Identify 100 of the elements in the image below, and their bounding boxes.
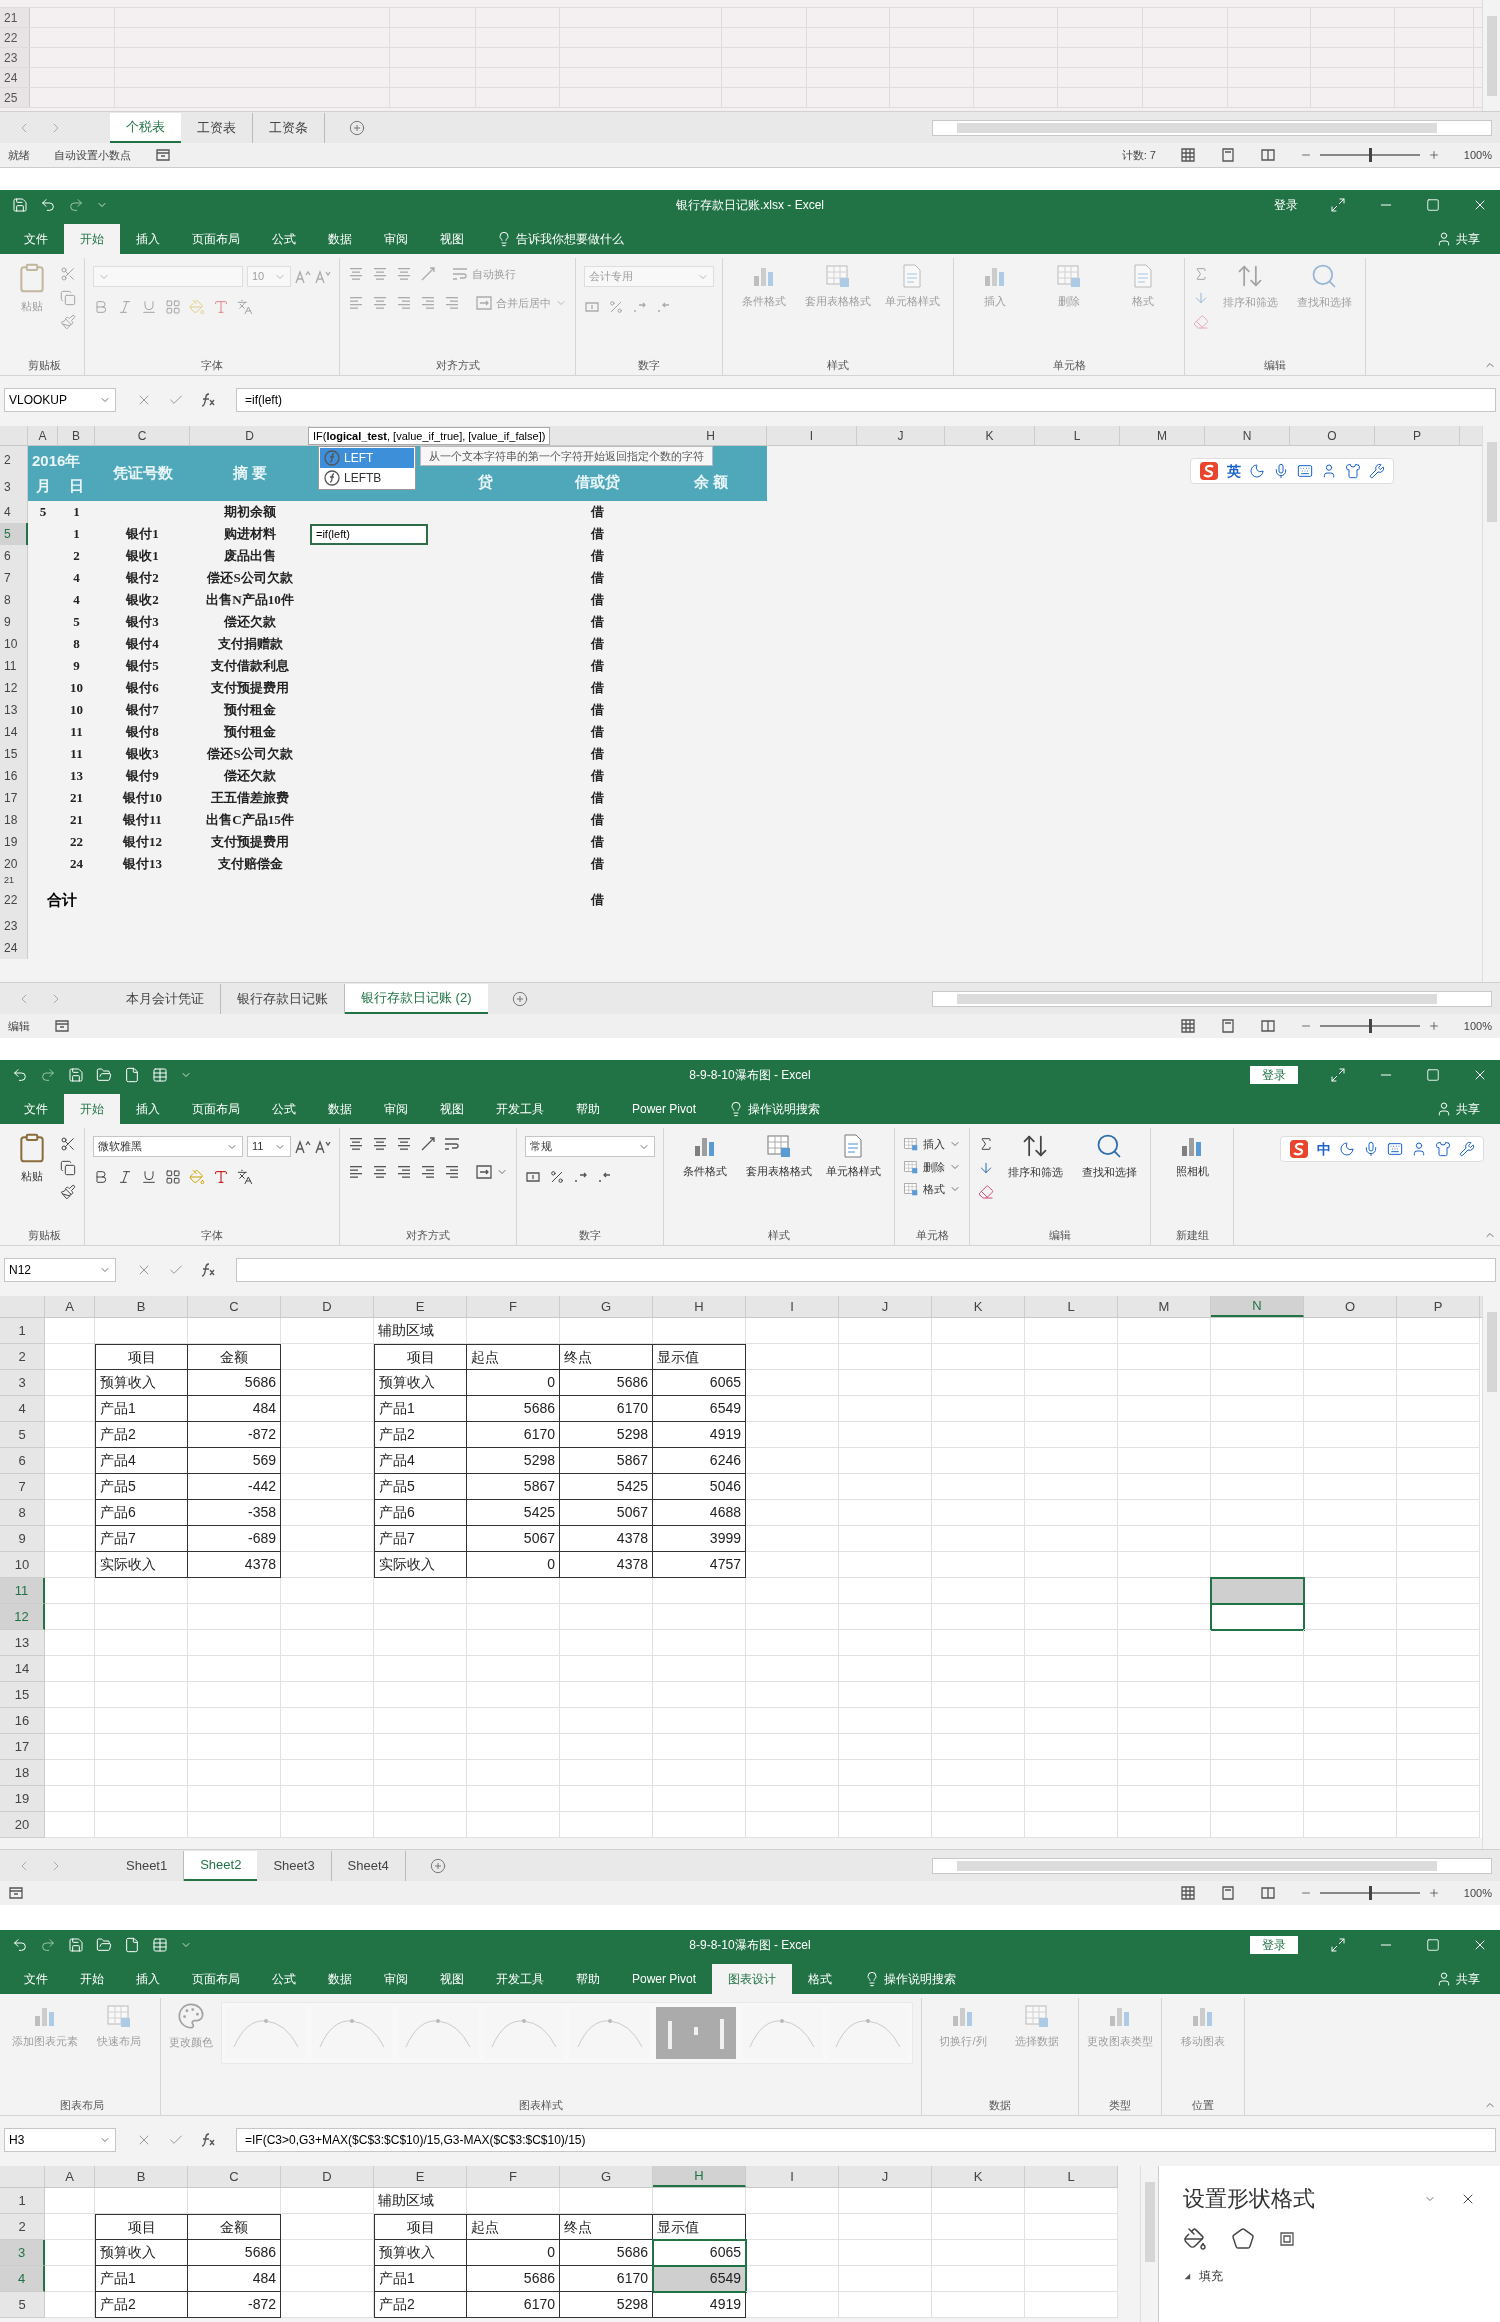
zoom-level[interactable]: 100% xyxy=(1463,146,1492,164)
align-center-icon[interactable] xyxy=(372,1164,388,1180)
currency-icon[interactable] xyxy=(584,299,600,315)
font-name-field[interactable]: 微软雅黑 xyxy=(93,1136,243,1157)
zoom-slider-thumb[interactable] xyxy=(1368,1019,1372,1033)
new-file-icon[interactable] xyxy=(124,1067,140,1083)
align-left-icon[interactable] xyxy=(348,1164,364,1180)
menu-tab[interactable]: 插入 xyxy=(120,224,176,254)
new-file-icon[interactable] xyxy=(124,1937,140,1953)
lightbulb-icon[interactable] xyxy=(496,231,512,247)
paste-button[interactable]: 粘贴 xyxy=(12,1132,52,1185)
name-box[interactable]: N12 xyxy=(4,1258,116,1282)
increase-indent-icon[interactable] xyxy=(444,1164,460,1180)
autocomplete-item[interactable]: LEFT xyxy=(320,448,414,468)
cut-icon[interactable] xyxy=(60,1136,76,1152)
page-break-icon[interactable] xyxy=(1259,1885,1276,1901)
wrench-icon[interactable] xyxy=(1369,463,1385,479)
menu-tab[interactable]: 视图 xyxy=(424,1094,480,1124)
ribbon-display-icon[interactable] xyxy=(1330,197,1346,213)
formula-field[interactable]: =if(left) xyxy=(236,388,1496,412)
ribbon-button[interactable]: 排序和筛选 xyxy=(1002,1132,1068,1181)
font-name-field[interactable] xyxy=(93,266,243,287)
autocomplete-item[interactable]: LEFTB xyxy=(320,468,414,488)
wrap-text-icon[interactable] xyxy=(444,1136,460,1152)
zoom-in-icon[interactable] xyxy=(1427,1020,1440,1032)
menu-tab[interactable]: 帮助 xyxy=(560,1094,616,1124)
normal-view-icon[interactable] xyxy=(1179,1885,1196,1901)
menu-tab[interactable]: 格式 xyxy=(792,1964,849,1994)
menu-tab[interactable]: 插入 xyxy=(120,1964,176,1994)
page-break-icon[interactable] xyxy=(1259,1018,1276,1034)
macro-record-icon[interactable] xyxy=(8,1885,24,1901)
normal-view-icon[interactable] xyxy=(1179,147,1196,163)
name-box[interactable]: VLOOKUP xyxy=(4,388,116,412)
menu-tab[interactable]: 文件 xyxy=(8,1964,64,1994)
insert-function-icon[interactable] xyxy=(200,392,216,408)
currency-icon[interactable] xyxy=(525,1169,541,1185)
vertical-scrollbar[interactable] xyxy=(1482,0,1500,111)
vertical-scrollbar[interactable] xyxy=(1482,426,1500,982)
tell-me-search[interactable]: 操作说明搜索 xyxy=(884,1970,957,1988)
share-icon[interactable] xyxy=(1436,231,1452,247)
borders-icon[interactable] xyxy=(165,1169,181,1185)
ribbon-display-icon[interactable] xyxy=(1330,1937,1346,1953)
tell-me-search[interactable]: 操作说明搜索 xyxy=(748,1100,821,1118)
formula-field[interactable]: =IF(C3>0,G3+MAX($C$3:$C$10)/15,G3-MAX($C$3:$C$10)/15) xyxy=(236,2128,1496,2152)
align-middle-icon[interactable] xyxy=(372,1136,388,1152)
menu-tab[interactable]: 审阅 xyxy=(368,1964,424,1994)
sheet-tab[interactable]: Sheet4 xyxy=(331,1850,406,1881)
keyboard-icon[interactable] xyxy=(1387,1141,1403,1157)
zoom-slider-thumb[interactable] xyxy=(1368,148,1372,162)
skin-icon[interactable] xyxy=(1345,463,1361,479)
decrease-indent-icon[interactable] xyxy=(420,1164,436,1180)
add-sheet-icon[interactable] xyxy=(349,119,365,136)
add-sheet-icon[interactable] xyxy=(511,990,528,1007)
ribbon-button[interactable]: 查找和选择 xyxy=(1076,1132,1142,1181)
table-icon[interactable] xyxy=(765,1132,793,1160)
form-icon[interactable] xyxy=(152,1937,168,1953)
form-icon[interactable] xyxy=(152,1067,168,1083)
skin-icon[interactable] xyxy=(1435,1141,1451,1157)
insert-function-icon[interactable] xyxy=(200,2132,216,2148)
zoom-in-icon[interactable] xyxy=(1427,1887,1440,1899)
menu-tab[interactable]: 页面布局 xyxy=(176,224,256,254)
menu-tab[interactable]: 开发工具 xyxy=(480,1964,560,1994)
menu-tab[interactable]: 审阅 xyxy=(368,224,424,254)
add-sheet-icon[interactable] xyxy=(429,1857,446,1874)
align-right-icon[interactable] xyxy=(396,1164,412,1180)
editing-cell[interactable]: =if(left) xyxy=(310,523,428,545)
vertical-scrollbar[interactable] xyxy=(1482,1296,1500,1849)
save-icon[interactable] xyxy=(12,197,28,213)
zoom-level[interactable]: 100% xyxy=(1463,1017,1492,1035)
menu-tab[interactable]: 数据 xyxy=(312,1094,368,1124)
tell-me-search[interactable]: 告诉我你想要做什么 xyxy=(516,230,624,248)
zoom-level[interactable]: 100% xyxy=(1463,1884,1492,1902)
number-format-field[interactable]: 常规 xyxy=(525,1136,655,1157)
folder-icon[interactable] xyxy=(96,1937,112,1953)
user-icon[interactable] xyxy=(1321,463,1337,479)
menu-tab[interactable]: 开始 xyxy=(64,1964,120,1994)
input-method-toolbar[interactable]: 英 xyxy=(1190,458,1394,484)
ribbon-button[interactable]: 删除 xyxy=(903,1158,961,1175)
ribbon-button[interactable]: 条件格式 xyxy=(672,1132,738,1178)
insert-function-icon[interactable] xyxy=(200,1262,216,1278)
bold-icon[interactable] xyxy=(93,1169,109,1185)
percent-icon[interactable] xyxy=(549,1169,565,1185)
page-layout-icon[interactable] xyxy=(1219,147,1236,163)
sheet-tab[interactable]: Sheet2 xyxy=(184,1850,258,1881)
save-icon[interactable] xyxy=(68,1937,84,1953)
redo-icon[interactable] xyxy=(40,1937,56,1953)
redo-icon[interactable] xyxy=(68,197,84,213)
share-label[interactable]: 共享 xyxy=(1456,1100,1480,1118)
zoom-in-icon[interactable] xyxy=(1427,149,1440,161)
table-icon[interactable] xyxy=(1023,2002,1051,2030)
normal-view-icon[interactable] xyxy=(1179,1018,1196,1034)
format-painter-icon[interactable] xyxy=(60,1184,76,1200)
menu-tab[interactable]: 页面布局 xyxy=(176,1964,256,1994)
ribbon-display-icon[interactable] xyxy=(1330,1067,1346,1083)
menu-tab[interactable]: Power Pivot xyxy=(616,1964,713,1994)
sign-in-button[interactable]: 登录 xyxy=(1250,1066,1298,1084)
redo-icon[interactable] xyxy=(40,1067,56,1083)
size-properties-icon[interactable] xyxy=(1279,2231,1295,2247)
function-icon[interactable] xyxy=(324,470,340,486)
undo-icon[interactable] xyxy=(40,197,56,213)
